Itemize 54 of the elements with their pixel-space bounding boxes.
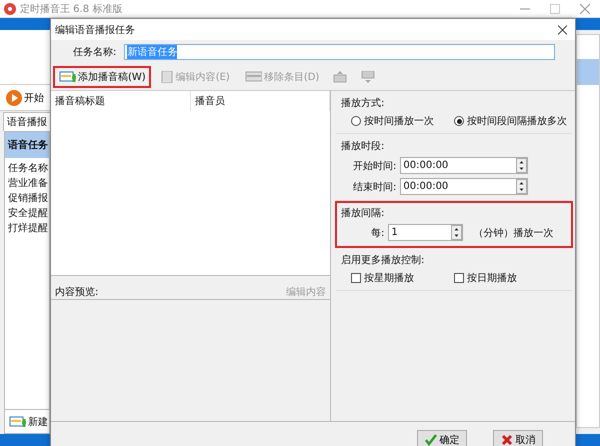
move-up-icon (333, 71, 348, 83)
cross-icon (500, 434, 512, 446)
status-bar (0, 434, 50, 446)
group-title: 播放时段: (341, 140, 386, 153)
spin-field[interactable]: 1 (388, 224, 464, 241)
group-title: 启用更多播放控制: (341, 254, 426, 267)
field-label: 任务名称: (73, 46, 116, 59)
checkmark-icon (424, 434, 436, 446)
menu-bar (576, 18, 600, 30)
spin-arrows-icon (516, 158, 528, 173)
column-header: 播音员 (191, 91, 330, 111)
task-row[interactable]: 营业准备 (5, 176, 49, 191)
status-bar (576, 434, 600, 446)
task-row[interactable]: 促销播报 (5, 191, 49, 206)
column-header: 任务名称 (7, 162, 49, 176)
app-logo-icon (4, 2, 16, 14)
field-label: 结束时间: (353, 180, 396, 194)
checkbox-option[interactable]: 按日期播放 (454, 271, 517, 285)
menu-bar (0, 18, 50, 30)
task-row[interactable]: 打烊提醒 (5, 221, 49, 236)
tab[interactable]: 语音播报 (3, 112, 51, 131)
column-header: 播音稿标题 (51, 91, 191, 111)
unit-label: （分钟）播放一次 (473, 226, 554, 240)
spin-field[interactable]: 00:00:00 (400, 178, 528, 195)
spin-arrows-icon (516, 179, 528, 194)
spin-field[interactable]: 00:00:00 (400, 157, 528, 174)
document-icon (160, 71, 174, 83)
play-icon (6, 90, 22, 106)
panel-title: 语音任务 (5, 132, 49, 158)
list-add-icon (58, 71, 76, 83)
field-label: 开始时间: (353, 160, 396, 172)
toolbar-button[interactable]: 添加播音稿(W) (53, 66, 151, 88)
selected-row (577, 59, 599, 85)
checkbox-option[interactable]: 按星期播放 (351, 271, 414, 285)
dialog-title: 编辑语音播报任务 (55, 24, 135, 36)
maximize-icon (550, 2, 560, 14)
cancel-button[interactable]: 取消 (493, 430, 543, 446)
list-add-icon (8, 416, 26, 428)
field-label: 每: (371, 226, 384, 240)
group-title: 播放方式: (341, 96, 386, 110)
new-task-button[interactable]: 新建 (28, 414, 48, 428)
move-down-icon (361, 71, 376, 83)
radio-option[interactable]: 按时间播放一次 (351, 114, 434, 128)
preview-label: 内容预览: (55, 286, 98, 298)
radio-option[interactable]: 按时间段间隔播放多次 (454, 114, 567, 128)
spin-arrows-icon (451, 225, 462, 240)
close-icon (558, 24, 567, 36)
ok-button[interactable]: 确定 (417, 430, 467, 446)
close-icon (580, 2, 590, 14)
group-title: 播放间隔: (341, 206, 386, 220)
task-row[interactable]: 安全提醒 (5, 206, 49, 221)
list-remove-icon (244, 71, 262, 83)
window-title: 定时播音王 6.8 标准版 (20, 2, 122, 16)
start-button[interactable]: 开始 (6, 90, 44, 106)
